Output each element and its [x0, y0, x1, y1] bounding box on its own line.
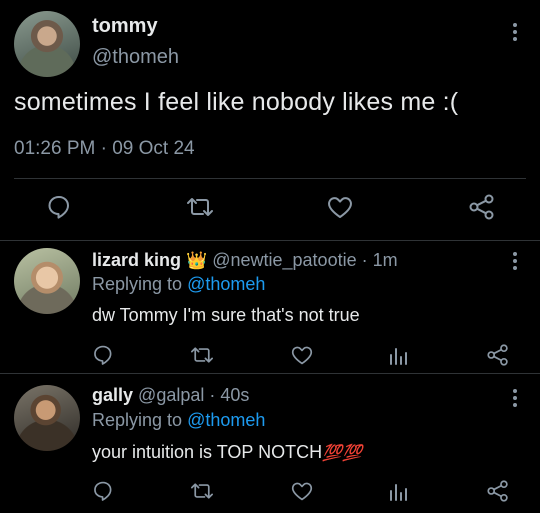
separator: · — [209, 385, 216, 405]
reply-icon[interactable] — [92, 344, 114, 366]
divider — [14, 178, 526, 179]
reply-header: lizard king 👑 @newtie_patootie · 1m — [92, 250, 398, 271]
crown-badge-icon: 👑 — [186, 251, 208, 270]
share-icon[interactable] — [468, 194, 496, 220]
reply-text: your intuition is TOP NOTCH — [92, 442, 323, 462]
reply-age: 1m — [372, 250, 398, 270]
display-name[interactable]: lizard king — [92, 250, 181, 270]
reply-text: dw Tommy I'm sure that's not true — [92, 305, 360, 325]
retweet-icon[interactable] — [190, 344, 214, 366]
user-handle[interactable]: @newtie_patootie — [212, 250, 356, 270]
reply-icon[interactable] — [46, 194, 72, 220]
user-handle[interactable]: @galpal — [138, 385, 204, 405]
tweet-date: 09 Oct 24 — [112, 138, 195, 159]
more-options-icon[interactable] — [512, 22, 518, 42]
reply-header: gally @galpal · 40s — [92, 385, 249, 406]
separator: · — [100, 138, 107, 159]
reply-tweet: lizard king 👑 @newtie_patootie · 1m Repl… — [0, 241, 540, 373]
reply-icon[interactable] — [92, 480, 114, 502]
reply-text-line: your intuition is TOP NOTCH💯💯 — [92, 442, 362, 463]
more-options-icon[interactable] — [512, 388, 518, 408]
like-icon[interactable] — [326, 194, 354, 220]
tweet-text: sometimes I feel like nobody likes me :( — [14, 88, 459, 116]
retweet-icon[interactable] — [186, 194, 214, 220]
retweet-icon[interactable] — [190, 480, 214, 502]
tweet-timestamp: 01:26 PM · 09 Oct 24 — [14, 138, 195, 160]
share-icon[interactable] — [486, 480, 510, 502]
replying-prefix: Replying to — [92, 410, 183, 430]
display-name[interactable]: tommy — [92, 15, 158, 38]
replying-prefix: Replying to — [92, 274, 183, 294]
display-name[interactable]: gally — [92, 385, 133, 405]
replying-to-link[interactable]: @thomeh — [187, 410, 265, 430]
avatar[interactable] — [14, 248, 80, 314]
replying-to: Replying to @thomeh — [92, 274, 265, 295]
like-icon[interactable] — [290, 344, 314, 366]
more-options-icon[interactable] — [512, 251, 518, 271]
like-icon[interactable] — [290, 480, 314, 502]
reply-age: 40s — [220, 385, 250, 405]
replying-to: Replying to @thomeh — [92, 410, 265, 431]
analytics-icon[interactable] — [388, 344, 408, 366]
hundred-points-icon: 💯💯 — [322, 445, 362, 462]
analytics-icon[interactable] — [388, 480, 408, 502]
reply-tweet: gally @galpal · 40s Replying to @thomeh … — [0, 374, 540, 513]
avatar[interactable] — [14, 11, 80, 77]
separator: · — [361, 250, 368, 270]
share-icon[interactable] — [486, 344, 510, 366]
main-tweet: tommy @thomeh sometimes I feel like nobo… — [0, 0, 540, 240]
replying-to-link[interactable]: @thomeh — [187, 274, 265, 294]
tweet-time: 01:26 PM — [14, 138, 96, 159]
user-handle[interactable]: @thomeh — [92, 46, 179, 69]
avatar[interactable] — [14, 385, 80, 451]
